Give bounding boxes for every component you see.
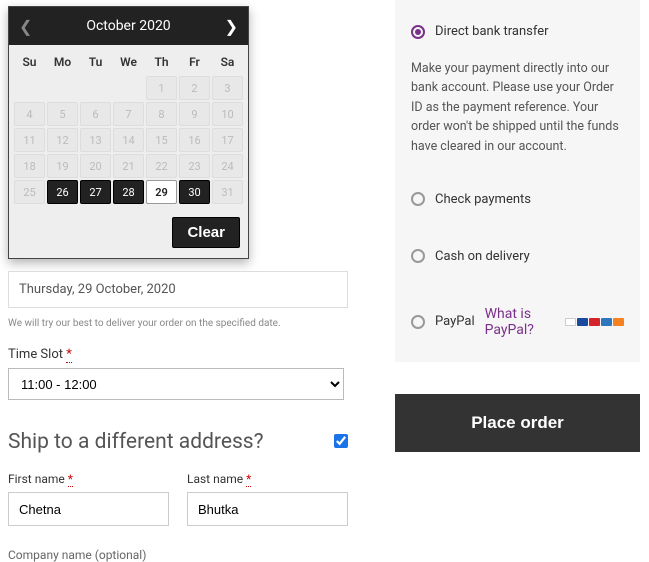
calendar-day: 25 bbox=[14, 180, 45, 204]
timeslot-select[interactable]: 11:00 - 12:00 bbox=[8, 368, 344, 400]
calendar-header: ❮ October 2020 ❯ bbox=[9, 7, 248, 45]
calendar-day: 14 bbox=[113, 128, 144, 152]
calendar-day: 10 bbox=[212, 102, 243, 126]
calendar-day: 18 bbox=[14, 154, 45, 178]
calendar-day[interactable]: 26 bbox=[47, 180, 78, 204]
payment-option[interactable]: Check payments bbox=[411, 186, 624, 213]
calendar-day: 15 bbox=[146, 128, 177, 152]
calendar-grid: SuMoTuWeThFrSa 1234567891011121314151617… bbox=[9, 45, 248, 211]
calendar-day: 24 bbox=[212, 154, 243, 178]
date-hint: We will try our best to deliver your ord… bbox=[8, 318, 348, 329]
calendar-title: October 2020 bbox=[86, 18, 170, 34]
payment-option[interactable]: PayPal What is PayPal? bbox=[411, 300, 624, 344]
calendar-dow: Su bbox=[13, 49, 46, 75]
payment-option[interactable]: Cash on delivery bbox=[411, 243, 624, 270]
payment-label: Check payments bbox=[435, 192, 531, 207]
paypal-help-link[interactable]: What is PayPal? bbox=[485, 306, 555, 338]
calendar-dow: We bbox=[112, 49, 145, 75]
ship-different-heading: Ship to a different address? bbox=[8, 430, 264, 454]
calendar-dow: Sa bbox=[211, 49, 244, 75]
payment-label: Direct bank transfer bbox=[435, 24, 549, 39]
payment-option[interactable]: Direct bank transfer bbox=[411, 18, 624, 45]
last-name-field[interactable] bbox=[187, 492, 348, 526]
calendar-day bbox=[113, 76, 144, 100]
calendar-day: 21 bbox=[113, 154, 144, 178]
calendar-day: 22 bbox=[146, 154, 177, 178]
payment-label: PayPal bbox=[435, 314, 475, 329]
calendar-day: 4 bbox=[14, 102, 45, 126]
calendar-day: 9 bbox=[179, 102, 210, 126]
radio-icon[interactable] bbox=[411, 315, 425, 329]
calendar-day: 20 bbox=[80, 154, 111, 178]
calendar-day: 2 bbox=[179, 76, 210, 100]
calendar-day: 3 bbox=[212, 76, 243, 100]
timeslot-label: Time Slot * bbox=[8, 347, 348, 362]
calendar-day: 8 bbox=[146, 102, 177, 126]
date-picker: ❮ October 2020 ❯ SuMoTuWeThFrSa 12345678… bbox=[8, 6, 249, 259]
selected-date-display: Thursday, 29 October, 2020 bbox=[8, 271, 348, 308]
calendar-day[interactable]: 28 bbox=[113, 180, 144, 204]
calendar-dow: Tu bbox=[79, 49, 112, 75]
payment-description: Make your payment directly into our bank… bbox=[411, 59, 624, 156]
calendar-day: 11 bbox=[14, 128, 45, 152]
calendar-day: 16 bbox=[179, 128, 210, 152]
calendar-day: 1 bbox=[146, 76, 177, 100]
calendar-day bbox=[80, 76, 111, 100]
calendar-day bbox=[14, 76, 45, 100]
first-name-field[interactable] bbox=[8, 492, 169, 526]
calendar-day: 31 bbox=[212, 180, 243, 204]
payment-label: Cash on delivery bbox=[435, 249, 530, 264]
calendar-day[interactable]: 29 bbox=[146, 180, 177, 204]
ship-different-checkbox[interactable] bbox=[334, 434, 348, 448]
prev-month-icon: ❮ bbox=[19, 17, 32, 36]
calendar-dow: Mo bbox=[46, 49, 79, 75]
next-month-icon[interactable]: ❯ bbox=[225, 17, 238, 36]
calendar-day[interactable]: 30 bbox=[179, 180, 210, 204]
payment-methods: Direct bank transfer Make your payment di… bbox=[395, 0, 640, 362]
first-name-label: First name * bbox=[8, 472, 169, 486]
card-icons bbox=[565, 318, 624, 326]
place-order-button[interactable]: Place order bbox=[395, 394, 640, 452]
company-name-label: Company name (optional) bbox=[8, 548, 348, 562]
calendar-day: 7 bbox=[113, 102, 144, 126]
calendar-day[interactable]: 27 bbox=[80, 180, 111, 204]
clear-button[interactable]: Clear bbox=[172, 217, 240, 248]
calendar-day: 5 bbox=[47, 102, 78, 126]
calendar-day: 17 bbox=[212, 128, 243, 152]
calendar-dow: Th bbox=[145, 49, 178, 75]
calendar-day bbox=[47, 76, 78, 100]
calendar-day: 23 bbox=[179, 154, 210, 178]
calendar-day: 6 bbox=[80, 102, 111, 126]
radio-icon[interactable] bbox=[411, 25, 425, 39]
last-name-label: Last name * bbox=[187, 472, 348, 486]
calendar-day: 13 bbox=[80, 128, 111, 152]
radio-icon[interactable] bbox=[411, 249, 425, 263]
radio-icon[interactable] bbox=[411, 192, 425, 206]
calendar-day: 12 bbox=[47, 128, 78, 152]
calendar-dow: Fr bbox=[178, 49, 211, 75]
calendar-day: 19 bbox=[47, 154, 78, 178]
